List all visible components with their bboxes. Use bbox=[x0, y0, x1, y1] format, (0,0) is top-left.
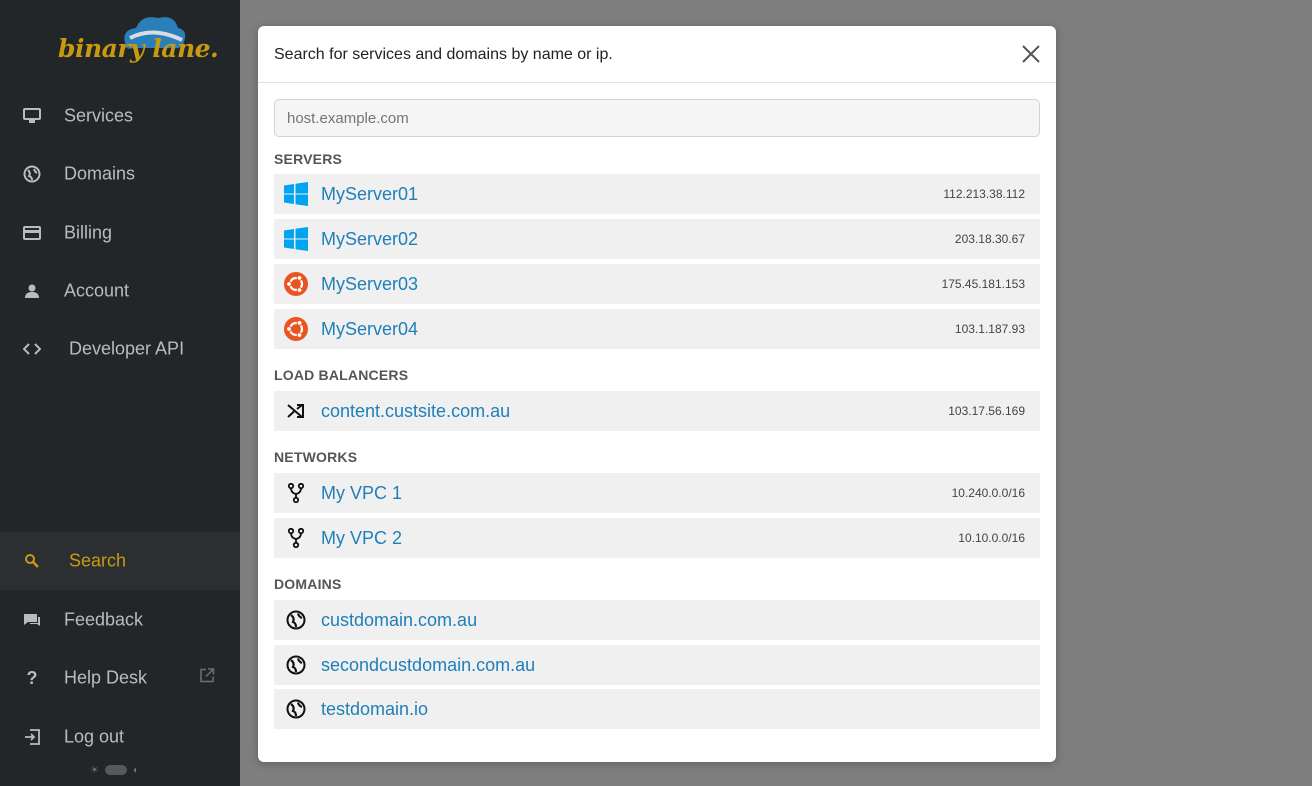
sidebar-item-account[interactable]: Account bbox=[0, 263, 240, 319]
network-cidr: 10.240.0.0/16 bbox=[951, 486, 1025, 500]
domain-row[interactable]: custdomain.com.au bbox=[274, 600, 1040, 640]
domain-name[interactable]: secondcustdomain.com.au bbox=[321, 655, 535, 676]
server-ip: 175.45.181.153 bbox=[941, 277, 1025, 291]
search-input[interactable] bbox=[274, 99, 1040, 137]
external-link-icon bbox=[199, 668, 215, 689]
domain-name[interactable]: custdomain.com.au bbox=[321, 610, 477, 631]
load-balancer-name[interactable]: content.custsite.com.au bbox=[321, 401, 510, 422]
server-ip: 103.1.187.93 bbox=[954, 322, 1025, 336]
sidebar-item-developer-api[interactable]: Developer API bbox=[0, 321, 240, 377]
server-name[interactable]: MyServer04 bbox=[321, 319, 418, 340]
close-button[interactable] bbox=[1020, 43, 1042, 65]
network-row[interactable]: My VPC 2 10.10.0.0/16 bbox=[274, 518, 1040, 558]
windows-icon bbox=[284, 227, 308, 251]
sidebar-item-search[interactable]: Search bbox=[0, 532, 240, 590]
sidebar-item-billing[interactable]: Billing bbox=[0, 205, 240, 261]
moon-icon: ◐ bbox=[132, 764, 140, 776]
server-row[interactable]: MyServer01 112.213.38.112 bbox=[274, 174, 1040, 214]
server-row[interactable]: MyServer02 203.18.30.67 bbox=[274, 219, 1040, 259]
sidebar-item-services[interactable]: Services bbox=[0, 88, 240, 144]
network-name[interactable]: My VPC 2 bbox=[321, 528, 402, 549]
brand-logo[interactable]: binary lane. bbox=[58, 10, 219, 72]
modal-header: Search for services and domains by name … bbox=[258, 26, 1056, 83]
windows-icon bbox=[284, 182, 308, 206]
domain-row[interactable]: secondcustdomain.com.au bbox=[274, 645, 1040, 685]
sidebar-item-label: Domains bbox=[64, 163, 136, 184]
chat-icon bbox=[22, 610, 42, 630]
logout-icon bbox=[22, 727, 42, 747]
sun-icon: ☀ bbox=[90, 764, 99, 776]
section-title-load-balancers: LOAD BALANCERS bbox=[274, 367, 409, 383]
server-name[interactable]: MyServer02 bbox=[321, 229, 418, 250]
sidebar-item-label: Developer API bbox=[69, 338, 185, 359]
sidebar-item-label: Search bbox=[69, 550, 127, 571]
ubuntu-icon bbox=[284, 272, 308, 296]
sidebar-item-help-desk[interactable]: ? Help Desk bbox=[0, 650, 240, 706]
sidebar-item-log-out[interactable]: Log out bbox=[0, 709, 240, 765]
network-name[interactable]: My VPC 1 bbox=[321, 483, 402, 504]
user-icon bbox=[22, 281, 42, 301]
globe-icon bbox=[284, 697, 308, 721]
sidebar: binary lane. Services Domains Billing Ac… bbox=[0, 0, 240, 786]
server-name[interactable]: MyServer03 bbox=[321, 274, 418, 295]
server-ip: 112.213.38.112 bbox=[943, 187, 1025, 201]
globe-icon bbox=[284, 653, 308, 677]
ubuntu-icon bbox=[284, 317, 308, 341]
brand-logo-text: binary lane. bbox=[58, 34, 219, 63]
code-icon bbox=[22, 339, 42, 359]
shuffle-icon bbox=[284, 399, 308, 423]
sidebar-item-label: Help Desk bbox=[64, 667, 148, 688]
server-ip: 203.18.30.67 bbox=[954, 232, 1025, 246]
network-icon bbox=[284, 481, 308, 505]
sidebar-item-label: Account bbox=[64, 280, 130, 301]
theme-toggle-switch[interactable] bbox=[104, 765, 127, 775]
load-balancer-ip: 103.17.56.169 bbox=[948, 404, 1025, 418]
sidebar-item-feedback[interactable]: Feedback bbox=[0, 592, 240, 648]
load-balancer-row[interactable]: content.custsite.com.au 103.17.56.169 bbox=[274, 391, 1040, 431]
credit-card-icon bbox=[22, 223, 42, 243]
sidebar-item-label: Feedback bbox=[64, 609, 144, 630]
search-icon bbox=[22, 551, 42, 571]
server-name[interactable]: MyServer01 bbox=[321, 184, 418, 205]
sidebar-item-domains[interactable]: Domains bbox=[0, 146, 240, 202]
network-icon bbox=[284, 526, 308, 550]
sidebar-item-label: Services bbox=[64, 105, 134, 126]
search-modal: Search for services and domains by name … bbox=[258, 26, 1056, 762]
modal-title: Search for services and domains by name … bbox=[274, 46, 613, 63]
globe-icon bbox=[22, 164, 42, 184]
server-row[interactable]: MyServer04 103.1.187.93 bbox=[274, 309, 1040, 349]
monitor-icon bbox=[22, 106, 42, 126]
sidebar-item-label: Billing bbox=[64, 222, 113, 243]
section-title-networks: NETWORKS bbox=[274, 449, 358, 465]
network-row[interactable]: My VPC 1 10.240.0.0/16 bbox=[274, 473, 1040, 513]
server-row[interactable]: MyServer03 175.45.181.153 bbox=[274, 264, 1040, 304]
theme-toggle[interactable]: ☀ ◐ bbox=[90, 763, 152, 777]
section-title-servers: SERVERS bbox=[274, 151, 343, 167]
globe-icon bbox=[284, 608, 308, 632]
domain-name[interactable]: testdomain.io bbox=[321, 699, 428, 720]
sidebar-item-label: Log out bbox=[64, 726, 125, 747]
question-icon: ? bbox=[26, 667, 38, 688]
section-title-domains: DOMAINS bbox=[274, 576, 342, 592]
network-cidr: 10.10.0.0/16 bbox=[958, 531, 1025, 545]
domain-row[interactable]: testdomain.io bbox=[274, 689, 1040, 729]
close-icon bbox=[1022, 45, 1040, 63]
